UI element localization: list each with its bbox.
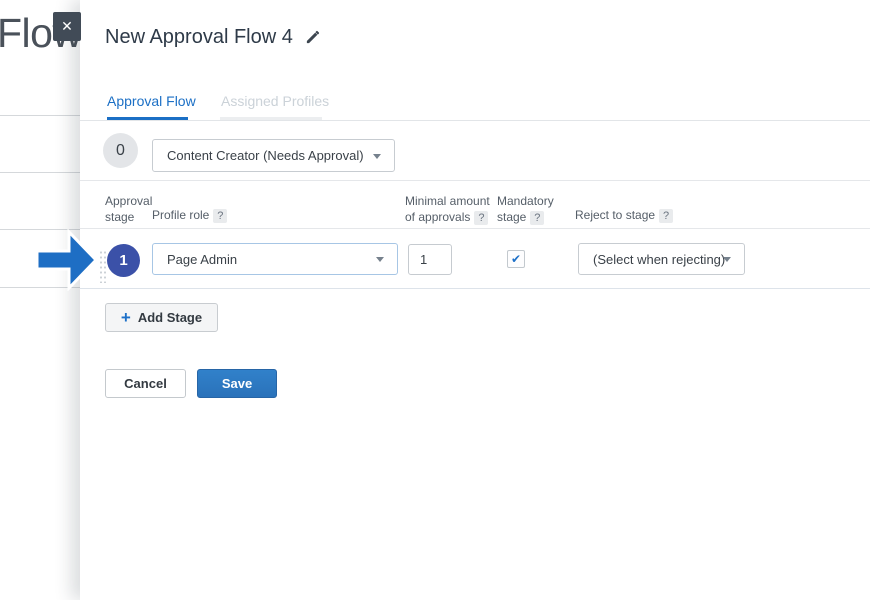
- plus-icon: +: [121, 309, 131, 326]
- column-header-mandatory-stage: Mandatory stage?: [497, 193, 554, 225]
- header-text: Reject to stage: [575, 208, 655, 222]
- header-divider: [80, 228, 870, 229]
- header-text: Profile role: [152, 208, 209, 222]
- chevron-down-icon: [723, 257, 731, 262]
- chevron-down-icon: [376, 257, 384, 262]
- header-text: Mandatory: [497, 194, 554, 208]
- profile-role-select-value: Page Admin: [153, 252, 237, 267]
- help-icon[interactable]: ?: [530, 211, 544, 225]
- cancel-button[interactable]: Cancel: [105, 369, 186, 398]
- header-text: Minimal amount: [405, 194, 490, 208]
- stage-zero-badge: 0: [103, 133, 138, 168]
- close-button[interactable]: ✕: [53, 12, 81, 41]
- header-text: of approvals: [405, 210, 470, 224]
- modal-title: New Approval Flow 4: [105, 26, 293, 49]
- tab-approval-flow-underline: [107, 117, 188, 120]
- stage-one-badge: 1: [107, 244, 140, 277]
- header-text: stage: [105, 210, 134, 224]
- screen: Flows ✕ New Approval Flow 4 Approval Flo…: [0, 0, 870, 600]
- mandatory-stage-checkbox[interactable]: ✔: [507, 250, 525, 268]
- help-icon[interactable]: ?: [659, 209, 673, 223]
- tabbar-divider: [80, 120, 870, 121]
- close-icon: ✕: [61, 18, 73, 34]
- background-table-row-divider: [0, 115, 81, 116]
- column-header-profile-role: Profile role?: [152, 207, 227, 223]
- reject-to-stage-select[interactable]: (Select when rejecting): [578, 243, 745, 275]
- column-header-reject-to-stage: Reject to stage?: [575, 207, 673, 223]
- row-drag-handle[interactable]: [99, 250, 108, 283]
- background-table-row-divider: [0, 172, 81, 173]
- column-header-approval-stage: Approval stage: [105, 193, 152, 225]
- add-stage-button[interactable]: + Add Stage: [105, 303, 218, 332]
- checkmark-icon: ✔: [511, 252, 521, 266]
- add-stage-label: Add Stage: [138, 310, 202, 325]
- help-icon[interactable]: ?: [213, 209, 227, 223]
- header-text: Approval: [105, 194, 152, 208]
- save-button[interactable]: Save: [197, 369, 277, 398]
- edit-title-icon[interactable]: [305, 30, 320, 45]
- column-header-minimal-approvals: Minimal amount of approvals?: [405, 193, 490, 225]
- stage-zero-role-select[interactable]: Content Creator (Needs Approval): [152, 139, 395, 172]
- help-icon[interactable]: ?: [474, 211, 488, 225]
- row-divider: [80, 288, 870, 289]
- modal-header: New Approval Flow 4: [105, 26, 320, 49]
- profile-role-select[interactable]: Page Admin: [152, 243, 398, 275]
- header-text: stage: [497, 210, 526, 224]
- chevron-down-icon: [373, 154, 381, 159]
- section-divider: [80, 180, 870, 181]
- tab-assigned-profiles[interactable]: Assigned Profiles: [221, 93, 329, 109]
- tab-approval-flow[interactable]: Approval Flow: [107, 93, 196, 109]
- approval-flow-modal: ✕ New Approval Flow 4 Approval Flow Assi…: [80, 0, 870, 600]
- stage-zero-role-select-value: Content Creator (Needs Approval): [153, 148, 364, 163]
- min-approvals-input[interactable]: [408, 244, 452, 275]
- reject-to-stage-select-value: (Select when rejecting): [579, 252, 725, 267]
- pointer-arrow-icon: [35, 229, 99, 291]
